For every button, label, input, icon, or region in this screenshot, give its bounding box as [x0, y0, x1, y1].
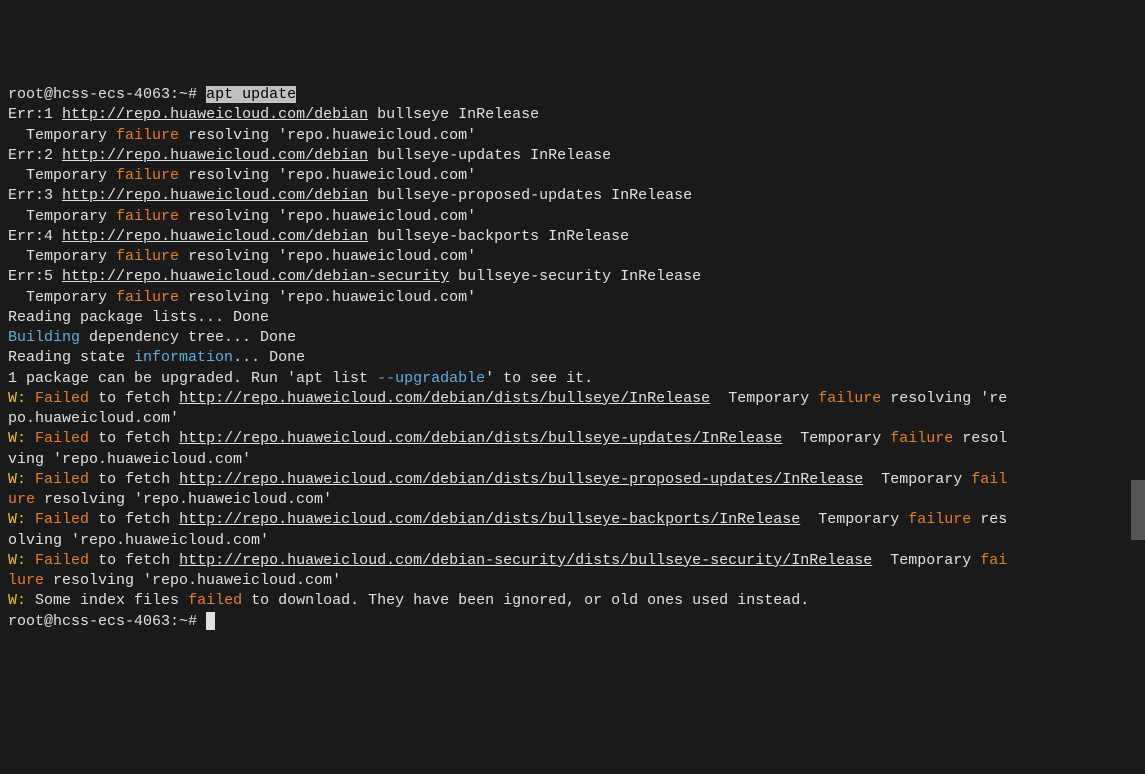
upgrade-hint: 1 package can be upgraded. Run 'apt list… [8, 370, 593, 387]
cursor-icon [206, 612, 215, 630]
terminal-output[interactable]: root@hcss-ecs-4063:~# apt update Err:1 h… [8, 85, 1137, 632]
err-detail-3: Temporary failure resolving 'repo.huawei… [8, 208, 476, 225]
prompt-line: root@hcss-ecs-4063:~# apt update [8, 86, 296, 103]
err-line-5: Err:5 http://repo.huaweicloud.com/debian… [8, 268, 701, 285]
err-detail-1: Temporary failure resolving 'repo.huawei… [8, 127, 476, 144]
warn-line-4: W: Failed to fetch http://repo.huaweiclo… [8, 511, 1007, 548]
err-detail-2: Temporary failure resolving 'repo.huawei… [8, 167, 476, 184]
err-line-4: Err:4 http://repo.huaweicloud.com/debian… [8, 228, 629, 245]
err-line-3: Err:3 http://repo.huaweicloud.com/debian… [8, 187, 692, 204]
warn-final: W: Some index files failed to download. … [8, 592, 809, 609]
command-text: apt update [206, 86, 296, 103]
warn-line-1: W: Failed to fetch http://repo.huaweiclo… [8, 390, 1007, 427]
reading-state: Reading state information... Done [8, 349, 305, 366]
err-detail-4: Temporary failure resolving 'repo.huawei… [8, 248, 476, 265]
err-detail-5: Temporary failure resolving 'repo.huawei… [8, 289, 476, 306]
warn-line-2: W: Failed to fetch http://repo.huaweiclo… [8, 430, 1007, 467]
building-tree: Building dependency tree... Done [8, 329, 296, 346]
err-line-1: Err:1 http://repo.huaweicloud.com/debian… [8, 106, 539, 123]
scrollbar[interactable] [1131, 0, 1145, 552]
prompt-line-2[interactable]: root@hcss-ecs-4063:~# [8, 613, 215, 630]
scrollbar-thumb[interactable] [1131, 480, 1145, 540]
err-line-2: Err:2 http://repo.huaweicloud.com/debian… [8, 147, 611, 164]
reading-packages: Reading package lists... Done [8, 309, 269, 326]
warn-line-5: W: Failed to fetch http://repo.huaweiclo… [8, 552, 1007, 589]
warn-line-3: W: Failed to fetch http://repo.huaweiclo… [8, 471, 1007, 508]
